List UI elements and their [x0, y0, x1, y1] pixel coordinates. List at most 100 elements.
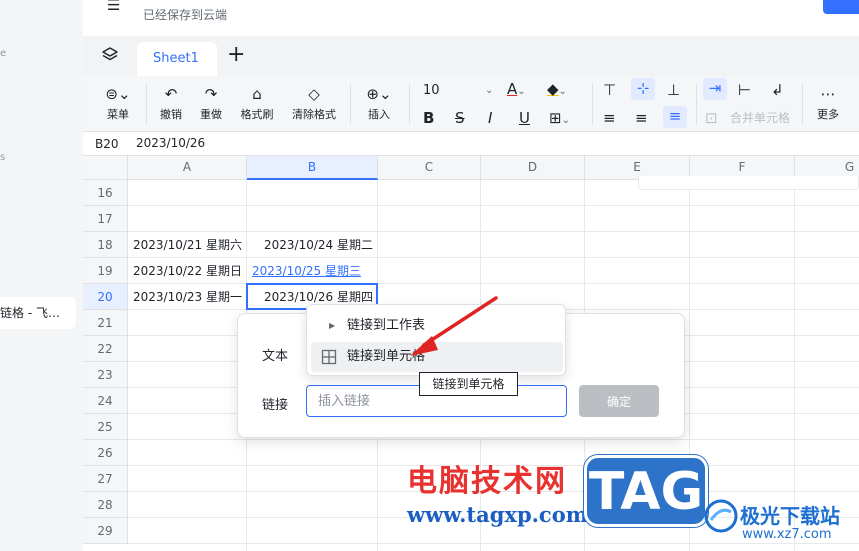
grid-line: [128, 543, 859, 544]
divider: [696, 84, 697, 124]
row-header-21[interactable]: 21: [83, 310, 128, 336]
borders-button[interactable]: ⊞⌄: [549, 108, 570, 131]
watermark-brand: 极光下载站: [740, 504, 840, 528]
grid-line: [128, 439, 859, 440]
row-header-17[interactable]: 17: [83, 206, 128, 232]
align-center-icon[interactable]: ≡: [635, 108, 648, 128]
column-header-b[interactable]: B: [247, 156, 378, 180]
grid-line: [794, 180, 795, 551]
select-all-corner[interactable]: [83, 156, 128, 180]
save-status: 已经保存到云端: [143, 8, 228, 22]
row-header-29[interactable]: 29: [83, 518, 128, 544]
row-header-16[interactable]: 16: [83, 180, 128, 206]
row-header-20[interactable]: 20: [83, 284, 128, 310]
format-painter-button[interactable]: ⌂ 格式刷: [237, 83, 277, 122]
undo-button[interactable]: ↶ 撤销: [157, 83, 185, 122]
add-sheet-button[interactable]: +: [227, 42, 245, 67]
left-panel: e s 链格 - 飞…: [0, 0, 83, 551]
caret-right-icon: ▶: [329, 321, 336, 330]
align-middle-icon[interactable]: ⊹: [631, 78, 655, 100]
align-bottom-icon[interactable]: ⊥: [667, 80, 680, 100]
divider: [409, 84, 410, 124]
cell-a18[interactable]: 2023/10/21 星期六: [133, 232, 242, 258]
tooltip: 链接到单元格: [419, 372, 518, 396]
grid-line: [128, 205, 859, 206]
confirm-button[interactable]: 确定: [579, 385, 659, 417]
link-label: 链接: [262, 398, 289, 413]
cell-a20[interactable]: 2023/10/23 星期一: [133, 284, 242, 310]
bold-button[interactable]: B: [423, 108, 434, 128]
align-left-icon[interactable]: ≡: [603, 108, 616, 128]
divider: [592, 84, 593, 124]
link-type-dropdown: ▶ 链接到工作表 链接到单元格: [306, 304, 566, 376]
eraser-icon: ◇: [308, 85, 320, 103]
watermark-tag-logo: TAG: [584, 455, 708, 527]
dropdown-item-link-to-cell[interactable]: 链接到单元格: [311, 342, 563, 372]
font-color-button[interactable]: A⌄: [507, 79, 526, 102]
watermark-site-url: www.tagxp.com: [407, 502, 588, 527]
merge-cells-button: 合并单元格: [730, 111, 791, 125]
formula-input[interactable]: 2023/10/26: [136, 136, 205, 150]
sidebar-item-current-doc[interactable]: 链格 - 飞…: [0, 297, 76, 329]
fill-color-button[interactable]: ◆⌄: [547, 79, 567, 102]
menu-button[interactable]: ⊜⌄ 菜单: [101, 83, 135, 122]
italic-button[interactable]: I: [488, 108, 492, 128]
menu-icon: ⊜⌄: [105, 85, 131, 103]
align-right-icon[interactable]: ≡: [663, 106, 687, 128]
tab-sheet1[interactable]: Sheet1: [137, 42, 217, 76]
strikethrough-button[interactable]: S: [455, 108, 465, 128]
column-header-d[interactable]: D: [481, 156, 585, 180]
sidebar-glyph: e: [0, 48, 7, 59]
grid-icon: [321, 349, 337, 365]
divider: [802, 84, 803, 124]
text-clip-icon[interactable]: ⊢: [738, 80, 751, 100]
column-header-c[interactable]: C: [378, 156, 481, 180]
document-icon[interactable]: ☰: [107, 0, 120, 14]
toolbar: ⊜⌄ 菜单 ↶ 撤销 ↷ 重做 ⌂ 格式刷 ◇ 清除格式 ⊕⌄ 插入 10 ⌄ …: [83, 76, 859, 132]
row-header-28[interactable]: 28: [83, 492, 128, 518]
text-overflow-icon[interactable]: ⇥: [703, 78, 727, 100]
insert-button[interactable]: ⊕⌄ 插入: [361, 83, 397, 122]
divider: [350, 84, 351, 124]
row-header-22[interactable]: 22: [83, 336, 128, 362]
divider: [146, 84, 147, 124]
row-header-18[interactable]: 18: [83, 232, 128, 258]
align-top-icon[interactable]: ⊤: [603, 80, 616, 100]
dropdown-item-link-to-sheet[interactable]: ▶ 链接到工作表: [311, 311, 563, 341]
row-header-23[interactable]: 23: [83, 362, 128, 388]
row-header-25[interactable]: 25: [83, 414, 128, 440]
share-button[interactable]: [823, 0, 859, 14]
cell-b19[interactable]: 2023/10/25 星期三: [252, 258, 361, 284]
undo-icon: ↶: [164, 85, 178, 103]
format-painter-icon: ⌂: [252, 85, 262, 103]
sidebar-glyph: s: [0, 152, 6, 163]
row-header-26[interactable]: 26: [83, 440, 128, 466]
cell-reference[interactable]: B20: [95, 137, 119, 151]
font-color-icon: A: [507, 80, 518, 98]
text-wrap-icon[interactable]: ↲: [771, 80, 784, 100]
column-header-a[interactable]: A: [128, 156, 247, 180]
font-size-select[interactable]: 10: [423, 81, 440, 101]
watermark-site-name: 电脑技术网: [407, 464, 567, 499]
row-header-19[interactable]: 19: [83, 258, 128, 284]
chevron-down-icon[interactable]: ⌄: [485, 81, 493, 101]
underline-button[interactable]: U: [519, 108, 530, 128]
watermark-brand-url: www.xz7.com: [742, 527, 832, 542]
row-header-24[interactable]: 24: [83, 388, 128, 414]
layers-icon[interactable]: [101, 46, 119, 64]
redo-icon: ↷: [204, 85, 218, 103]
clear-format-button[interactable]: ◇ 清除格式: [288, 83, 340, 122]
watermark-brand-logo-icon: [704, 499, 738, 533]
cell-a19[interactable]: 2023/10/22 星期日: [133, 258, 242, 284]
floating-panel: [638, 176, 859, 190]
paint-bucket-icon: ◆: [547, 80, 559, 98]
text-label: 文本: [262, 349, 289, 364]
plus-circle-icon: ⊕⌄: [366, 85, 392, 103]
top-bar: ☰ 已经保存到云端: [83, 0, 859, 36]
more-button[interactable]: ⋯ 更多: [813, 83, 843, 122]
cell-b18[interactable]: 2023/10/24 星期二: [264, 232, 373, 258]
formula-bar: B20 2023/10/26: [83, 133, 859, 156]
redo-button[interactable]: ↷ 重做: [197, 83, 225, 122]
row-header-27[interactable]: 27: [83, 466, 128, 492]
tab-label: Sheet1: [153, 51, 199, 66]
